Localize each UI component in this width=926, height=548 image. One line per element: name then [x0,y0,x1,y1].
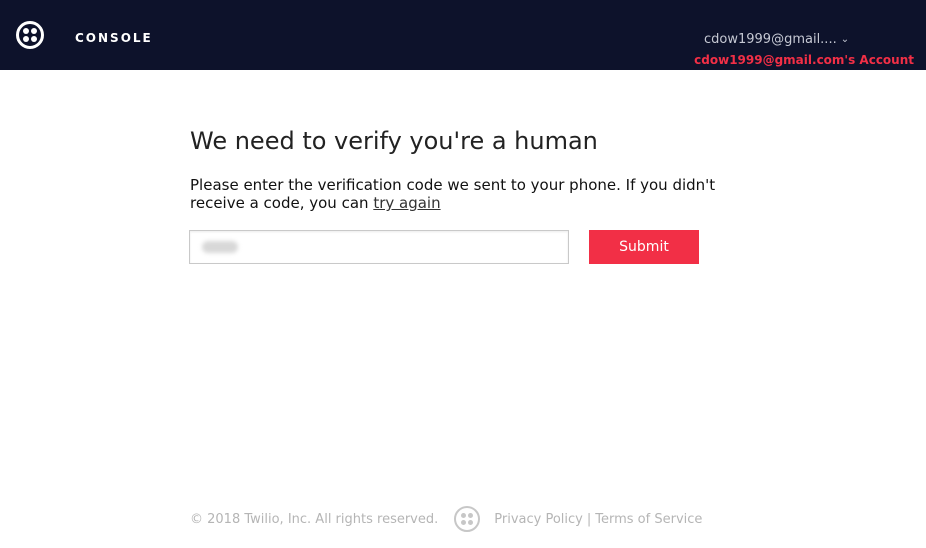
privacy-policy-link[interactable]: Privacy Policy [494,512,583,527]
top-navigation-bar: CONSOLE cdow1999@gmail.... ⌄ cdow1999@gm… [0,0,926,70]
console-title[interactable]: CONSOLE [75,31,153,45]
footer-separator: | [586,511,592,527]
verification-instructions: Please enter the verification code we se… [190,176,750,212]
account-menu[interactable]: cdow1999@gmail.... ⌄ [704,32,849,47]
chevron-down-icon: ⌄ [840,34,850,45]
twilio-logo-icon[interactable] [16,21,44,49]
copyright-text: © 2018 Twilio, Inc. All rights reserved. [190,511,439,527]
page-title: We need to verify you're a human [190,127,598,155]
footer: © 2018 Twilio, Inc. All rights reserved.… [190,506,702,532]
instruction-text: Please enter the verification code we se… [190,176,716,212]
twilio-footer-logo-icon [454,506,481,532]
verification-code-input[interactable] [189,230,569,264]
terms-of-service-link[interactable]: Terms of Service [595,512,702,527]
try-again-link[interactable]: try again [373,194,440,212]
submit-button[interactable]: Submit [589,230,699,264]
redacted-code-value [202,241,238,253]
account-email: cdow1999@gmail.... [704,32,837,47]
account-name: cdow1999@gmail.com's Account [694,53,914,67]
